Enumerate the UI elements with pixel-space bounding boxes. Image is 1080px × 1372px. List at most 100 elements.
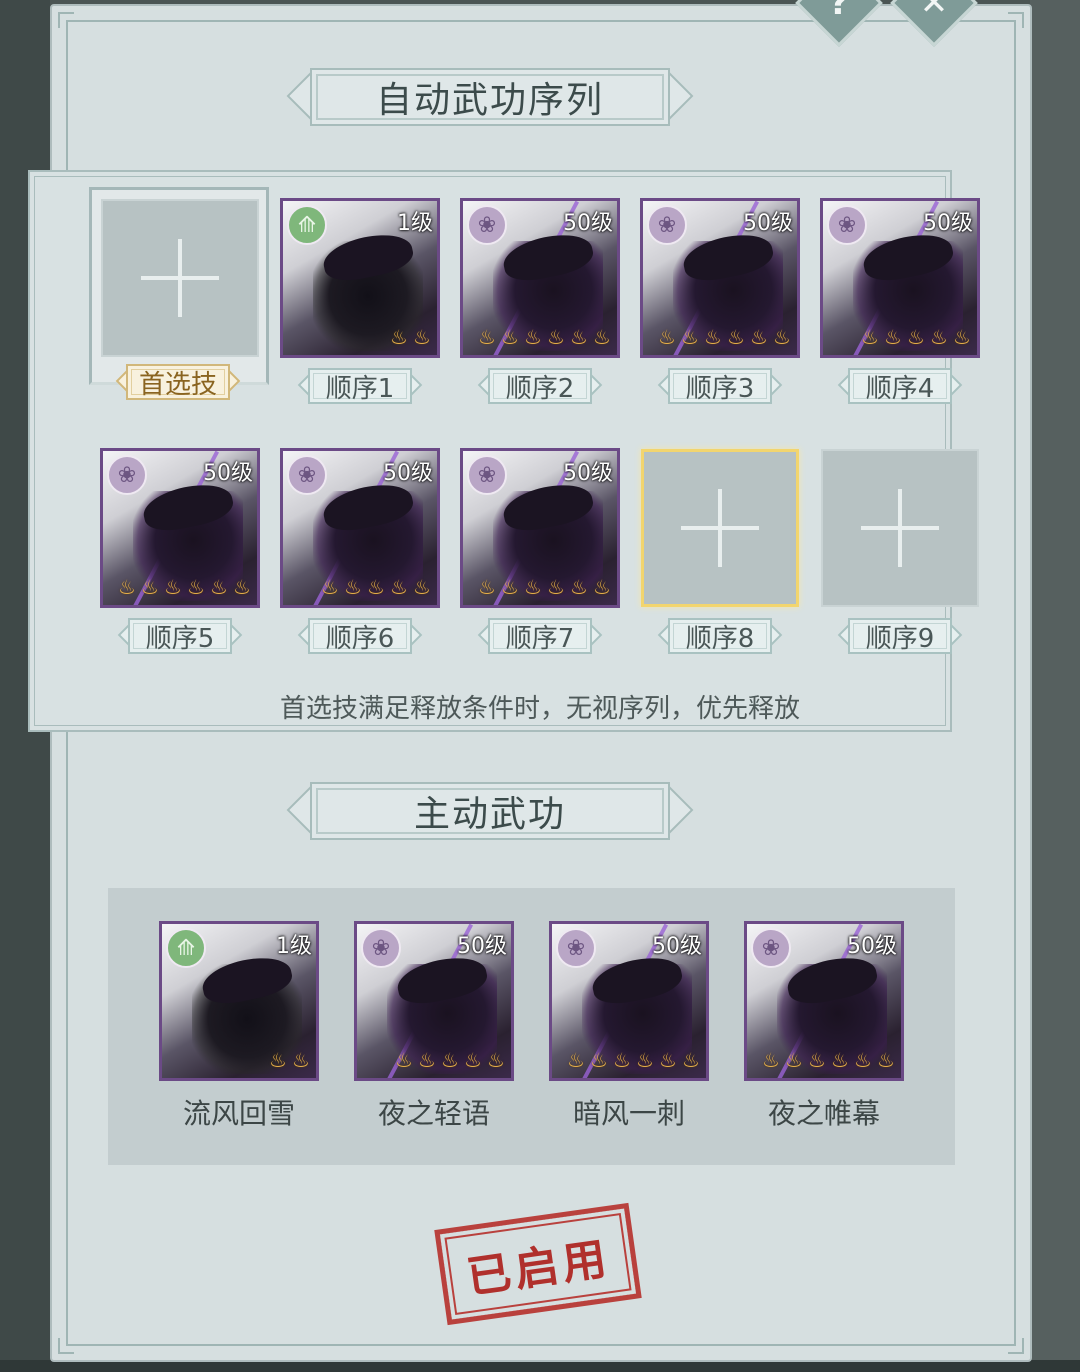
skill-stars: ♨ ♨ ♨ ♨ ♨ ♨ — [467, 325, 613, 351]
flame-star-icon: ♨ — [390, 325, 408, 349]
auto-sequence-title: 自动武功序列 — [375, 80, 604, 121]
flame-star-icon: ♨ — [413, 325, 431, 349]
flame-star-icon: ♨ — [659, 1048, 677, 1072]
flame-star-icon: ♨ — [570, 325, 588, 349]
rose-emblem-icon: ❀ — [467, 455, 507, 495]
flame-star-icon: ♨ — [877, 1048, 895, 1072]
skill-stars: ♨ ♨ ♨ ♨ ♨ ♨ — [751, 1048, 897, 1074]
preferred-skill-slot[interactable] — [101, 199, 259, 357]
leaf-emblem-icon: ⟰ — [287, 205, 327, 245]
flame-star-icon: ♨ — [636, 1048, 654, 1072]
skill-card[interactable]: ❀ 50级 ♨ ♨ ♨ ♨ ♨ ♨ — [549, 921, 709, 1081]
flame-star-icon: ♨ — [570, 575, 588, 599]
flame-star-icon: ♨ — [367, 575, 385, 599]
flame-star-icon: ♨ — [681, 325, 699, 349]
active-skills-title-banner: 主动武功 — [286, 782, 694, 840]
rose-emblem-icon: ❀ — [827, 205, 867, 245]
plus-icon — [681, 489, 759, 567]
flame-star-icon: ♨ — [487, 1048, 505, 1072]
sequence-order-label: 顺序1 — [325, 373, 395, 404]
flame-star-icon: ♨ — [478, 325, 496, 349]
flame-star-icon: ♨ — [418, 1048, 436, 1072]
sequence-order-label: 顺序8 — [685, 623, 755, 654]
rose-emblem-icon: ❀ — [467, 205, 507, 245]
flame-star-icon: ♨ — [187, 575, 205, 599]
empty-skill-slot[interactable] — [821, 449, 979, 607]
skill-level: 1级 — [276, 934, 312, 959]
flame-star-icon: ♨ — [773, 325, 791, 349]
rose-emblem-icon: ❀ — [361, 928, 401, 968]
flame-star-icon: ♨ — [344, 575, 362, 599]
skill-card[interactable]: ⟰ 1级 ♨ ♨ — [280, 198, 440, 358]
sequence-order-tag: 顺序4 — [837, 366, 963, 406]
skill-card[interactable]: ❀ 50级 ♨ ♨ ♨ ♨ ♨ — [354, 921, 514, 1081]
flame-star-icon: ♨ — [547, 575, 565, 599]
flame-star-icon: ♨ — [590, 1048, 608, 1072]
skill-card[interactable]: ❀ 50级 ♨ ♨ ♨ ♨ ♨ ♨ — [744, 921, 904, 1081]
skill-level: 50级 — [563, 211, 613, 236]
flame-star-icon: ♨ — [727, 325, 745, 349]
skill-stars: ♨ ♨ ♨ ♨ ♨ — [827, 325, 973, 351]
enabled-stamp-text: 已启用 — [463, 1233, 614, 1304]
sequence-order-tag: 顺序9 — [837, 616, 963, 656]
skill-card[interactable]: ❀ 50级 ♨ ♨ ♨ ♨ ♨ ♨ — [460, 448, 620, 608]
skill-card[interactable]: ❀ 50级 ♨ ♨ ♨ ♨ ♨ ♨ — [640, 198, 800, 358]
flame-star-icon: ♨ — [884, 325, 902, 349]
flame-star-icon: ♨ — [682, 1048, 700, 1072]
skill-stars: ♨ ♨ ♨ ♨ ♨ — [287, 575, 433, 601]
flame-star-icon: ♨ — [762, 1048, 780, 1072]
flame-star-icon: ♨ — [593, 575, 611, 599]
skill-level: 50级 — [847, 934, 897, 959]
plus-icon — [861, 489, 939, 567]
panel-corner — [1008, 12, 1024, 28]
skill-level: 1级 — [397, 211, 433, 236]
sequence-order-label: 顺序3 — [685, 373, 755, 404]
background-right — [1030, 0, 1080, 1372]
flame-star-icon: ♨ — [390, 575, 408, 599]
sequence-order-tag: 顺序8 — [657, 616, 783, 656]
skill-level: 50级 — [923, 211, 973, 236]
skill-card[interactable]: ❀ 50级 ♨ ♨ ♨ ♨ ♨ ♨ — [460, 198, 620, 358]
preferred-skill-label: 首选技 — [138, 369, 217, 400]
preferred-skill-tag: 首选技 — [115, 362, 241, 402]
skill-level: 50级 — [743, 211, 793, 236]
rose-emblem-icon: ❀ — [287, 455, 327, 495]
skill-stars: ♨ ♨ ♨ ♨ ♨ — [361, 1048, 507, 1074]
sequence-order-label: 顺序2 — [505, 373, 575, 404]
sequence-order-label: 顺序4 — [865, 373, 935, 404]
skill-stars: ♨ ♨ ♨ ♨ ♨ ♨ — [556, 1048, 702, 1074]
flame-star-icon: ♨ — [321, 575, 339, 599]
flame-star-icon: ♨ — [930, 325, 948, 349]
skill-level: 50级 — [457, 934, 507, 959]
flame-star-icon: ♨ — [395, 1048, 413, 1072]
flame-star-icon: ♨ — [441, 1048, 459, 1072]
flame-star-icon: ♨ — [831, 1048, 849, 1072]
active-skill-name: 暗风一刺 — [572, 1097, 685, 1130]
active-skill-name: 夜之轻语 — [377, 1097, 490, 1130]
active-skill-name: 流风回雪 — [182, 1097, 295, 1130]
skill-level: 50级 — [652, 934, 702, 959]
flame-star-icon: ♨ — [658, 325, 676, 349]
panel-corner — [58, 12, 74, 28]
skill-stars: ♨ ♨ ♨ ♨ ♨ ♨ — [107, 575, 253, 601]
sequence-order-label: 顺序7 — [505, 623, 575, 654]
flame-star-icon: ♨ — [478, 575, 496, 599]
flame-star-icon: ♨ — [210, 575, 228, 599]
sequence-order-tag: 顺序5 — [117, 616, 243, 656]
skill-card[interactable]: ❀ 50级 ♨ ♨ ♨ ♨ ♨ ♨ — [100, 448, 260, 608]
rose-emblem-icon: ❀ — [647, 205, 687, 245]
leaf-emblem-icon: ⟰ — [166, 928, 206, 968]
skill-stars: ♨ ♨ ♨ ♨ ♨ ♨ — [647, 325, 793, 351]
skill-card[interactable]: ❀ 50级 ♨ ♨ ♨ ♨ ♨ — [820, 198, 980, 358]
flame-star-icon: ♨ — [808, 1048, 826, 1072]
help-icon: ? — [829, 0, 849, 23]
skill-card[interactable]: ⟰ 1级 ♨ ♨ — [159, 921, 319, 1081]
flame-star-icon: ♨ — [861, 325, 879, 349]
empty-skill-slot[interactable] — [641, 449, 799, 607]
skill-card[interactable]: ❀ 50级 ♨ ♨ ♨ ♨ ♨ — [280, 448, 440, 608]
sequence-order-label: 顺序6 — [325, 623, 395, 654]
skill-level: 50级 — [383, 461, 433, 486]
flame-star-icon: ♨ — [547, 325, 565, 349]
sequence-order-tag: 顺序7 — [477, 616, 603, 656]
flame-star-icon: ♨ — [613, 1048, 631, 1072]
